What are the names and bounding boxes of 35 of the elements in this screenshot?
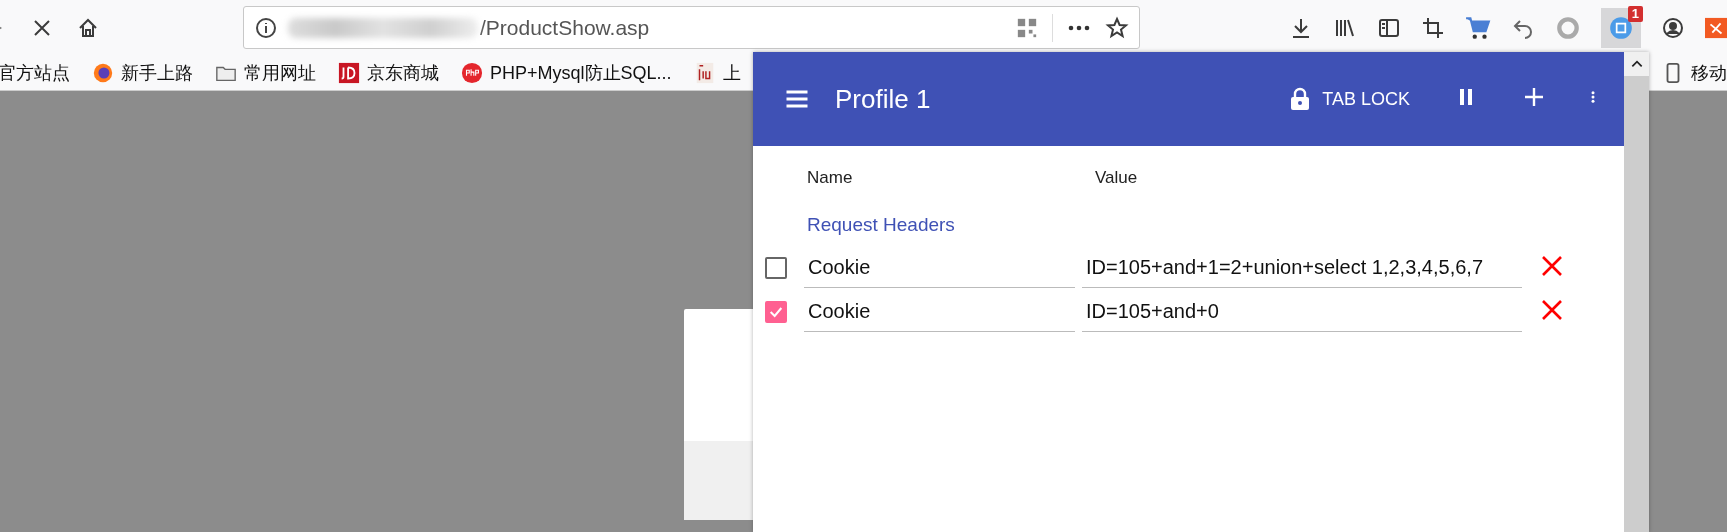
tab-lock-button[interactable]: TAB LOCK: [1288, 84, 1410, 114]
input-field[interactable]: ID=105+and+0: [1082, 292, 1522, 332]
delete-icon[interactable]: [1540, 254, 1564, 278]
bookmark-item[interactable]: 移动: [1691, 60, 1727, 85]
qr-code-icon[interactable]: [1016, 16, 1038, 39]
cart-icon[interactable]: [1465, 14, 1491, 41]
extension-button[interactable]: 1: [1601, 7, 1641, 48]
bookmark-item[interactable]: 新手上路: [121, 60, 193, 85]
column-header: Name: [807, 168, 854, 188]
section-title: Request Headers: [806, 213, 956, 236]
column-header: Value: [1095, 168, 1138, 188]
input-field[interactable]: Cookie: [804, 292, 1075, 332]
bookmark-item[interactable]: 常用网址: [244, 60, 316, 85]
checkbox[interactable]: [765, 257, 787, 279]
crop-icon[interactable]: [1421, 15, 1445, 40]
bookmark-item[interactable]: 上: [722, 60, 741, 85]
shop-logo-icon[interactable]: [338, 61, 360, 84]
bookmark-item[interactable]: 京东商城: [367, 60, 439, 85]
url-text: /ProductShow.asp: [480, 15, 650, 40]
php-logo-icon[interactable]: [461, 61, 483, 84]
notification-badge: 1: [1627, 5, 1643, 22]
account-icon[interactable]: [1661, 15, 1685, 40]
extension-icon[interactable]: [1608, 14, 1634, 41]
input-field[interactable]: ID=105+and+1=2+union+select 1,2,3,4,5,6,7: [1082, 248, 1522, 288]
input-field[interactable]: Cookie: [804, 248, 1075, 288]
address-bar[interactable]: /ProductShow.asp: [243, 6, 1140, 49]
add-icon[interactable]: [1522, 85, 1546, 109]
info-icon[interactable]: [254, 15, 278, 40]
extension-icon[interactable]: [1705, 15, 1727, 40]
profile-title: Profile 1: [835, 83, 931, 115]
scrollbar[interactable]: [1624, 52, 1649, 532]
bookmark-item[interactable]: PHP+Mysql防止SQL...: [490, 60, 672, 85]
star-icon[interactable]: [1105, 15, 1129, 40]
delete-icon[interactable]: [1540, 298, 1564, 322]
browser-logo-icon[interactable]: [92, 61, 114, 84]
